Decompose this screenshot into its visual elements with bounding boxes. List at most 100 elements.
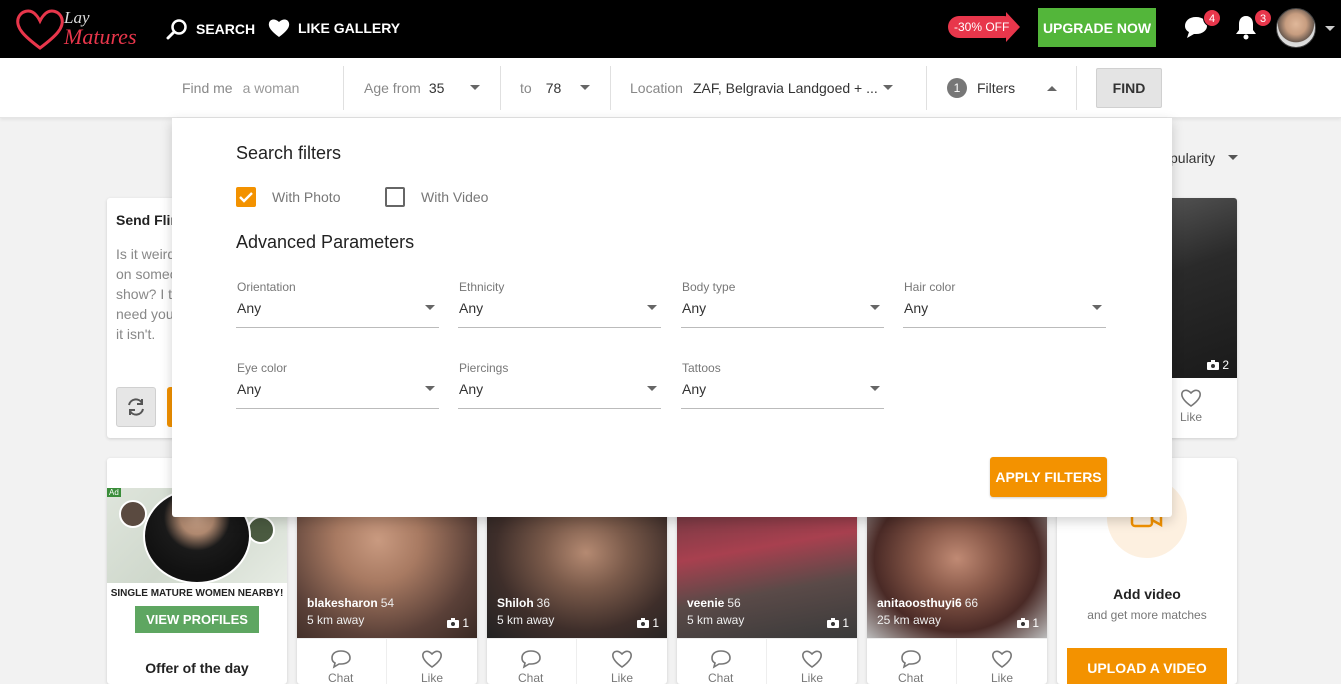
- profile-name: Shiloh 36: [497, 596, 550, 610]
- select-label: Eye color: [237, 361, 288, 375]
- select-label: Orientation: [237, 280, 296, 294]
- profile-actions: Chat Like: [297, 638, 477, 684]
- divider: [610, 66, 611, 110]
- checkbox[interactable]: [385, 187, 405, 207]
- sort-select-label[interactable]: pularity: [1170, 150, 1215, 166]
- chevron-down-icon: [870, 386, 880, 391]
- chevron-down-icon: [870, 305, 880, 310]
- checkbox[interactable]: [236, 187, 256, 207]
- piercings-select[interactable]: Piercings Any: [458, 361, 661, 411]
- site-logo[interactable]: Lay Matures: [14, 6, 144, 52]
- select-value: Any: [682, 381, 707, 397]
- orientation-select[interactable]: Orientation Any: [236, 280, 439, 330]
- divider: [926, 66, 927, 110]
- filters-toggle[interactable]: 1 Filters: [947, 58, 1057, 118]
- age-to-label: to: [520, 80, 532, 96]
- checkmark-icon: [239, 192, 253, 203]
- photo-count: 1: [637, 616, 659, 630]
- notifications-count-badge: 3: [1254, 9, 1272, 27]
- with-video-checkbox[interactable]: With Video: [385, 187, 488, 207]
- view-profiles-button[interactable]: VIEW PROFILES: [135, 606, 259, 633]
- search-bar: Find me a woman Age from 35 to 78 Locati…: [0, 58, 1341, 118]
- chat-label: Chat: [328, 671, 354, 684]
- ethnicity-select[interactable]: Ethnicity Any: [458, 280, 661, 330]
- like-button[interactable]: Like: [991, 649, 1013, 684]
- nav-like-gallery[interactable]: LIKE GALLERY: [268, 18, 400, 38]
- send-flirt-title: Send Flir: [116, 212, 176, 228]
- like-button[interactable]: Like: [421, 649, 443, 684]
- location-label: Location: [630, 80, 683, 96]
- chat-label: Chat: [898, 671, 924, 684]
- chevron-down-icon: [647, 386, 657, 391]
- select-value: Any: [459, 300, 484, 316]
- with-video-label: With Video: [421, 189, 489, 205]
- chevron-down-icon[interactable]: [883, 85, 893, 90]
- find-me-value: a woman: [242, 80, 300, 96]
- chevron-down-icon[interactable]: [1325, 26, 1335, 31]
- photo-count: 1: [447, 616, 469, 630]
- camera-icon: [1207, 360, 1220, 370]
- apply-filters-button[interactable]: APPLY FILTERS: [990, 457, 1107, 497]
- heart-icon: [268, 19, 290, 37]
- heart-outline-icon: [992, 650, 1012, 668]
- select-value: Any: [459, 381, 484, 397]
- like-label: Like: [421, 671, 444, 684]
- age-from-select[interactable]: Age from 35: [364, 58, 484, 118]
- tattoos-select[interactable]: Tattoos Any: [681, 361, 884, 411]
- chat-button[interactable]: Chat: [328, 649, 353, 684]
- profile-name: anitaoosthuyi6 66: [877, 596, 978, 610]
- photo-count-value: 1: [842, 616, 849, 630]
- select-label: Hair color: [904, 280, 956, 294]
- age-from-value: 35: [428, 80, 445, 96]
- top-nav: Lay Matures SEARCH LIKE GALLERY -30% OFF…: [0, 0, 1341, 58]
- heart-outline-icon: [802, 650, 822, 668]
- like-button[interactable]: Like: [611, 649, 633, 684]
- like-button[interactable]: Like: [801, 649, 823, 684]
- upgrade-now-button[interactable]: UPGRADE NOW: [1038, 8, 1156, 47]
- chat-outline-icon: [900, 650, 921, 669]
- hair-color-select[interactable]: Hair color Any: [903, 280, 1106, 330]
- find-me-field[interactable]: Find me a woman: [182, 58, 332, 118]
- like-label: Like: [1180, 410, 1203, 424]
- refresh-icon: [128, 398, 144, 416]
- chat-button[interactable]: Chat: [708, 649, 733, 684]
- with-photo-checkbox[interactable]: With Photo: [236, 187, 340, 207]
- photo-count: 1: [827, 616, 849, 630]
- chat-outline-icon: [710, 650, 731, 669]
- chevron-down-icon: [425, 305, 435, 310]
- refresh-flirt-button[interactable]: [116, 387, 156, 427]
- profile-distance: 5 km away: [687, 613, 745, 627]
- like-button[interactable]: Like: [1180, 388, 1202, 424]
- advanced-parameters-title: Advanced Parameters: [236, 232, 415, 252]
- chat-button[interactable]: Chat: [518, 649, 543, 684]
- chat-button[interactable]: Chat: [898, 649, 923, 684]
- select-value: Any: [682, 300, 707, 316]
- chevron-up-icon[interactable]: [1047, 86, 1057, 91]
- profile-name: veenie 56: [687, 596, 741, 610]
- profile-age: 36: [536, 596, 551, 610]
- logo-text-main: Matures: [64, 24, 137, 49]
- ad-headline: SINGLE MATURE WOMEN NEARBY!: [110, 588, 284, 599]
- user-avatar[interactable]: [1276, 8, 1316, 48]
- divider: [576, 639, 577, 684]
- chevron-down-icon[interactable]: [470, 85, 480, 90]
- chat-label: Chat: [518, 671, 544, 684]
- chevron-down-icon[interactable]: [1228, 155, 1238, 160]
- nav-search[interactable]: SEARCH: [166, 18, 255, 40]
- profile-distance: 25 km away: [877, 613, 942, 627]
- camera-icon: [447, 618, 460, 628]
- offer-of-the-day: Offer of the day: [145, 660, 249, 676]
- nav-search-label: SEARCH: [196, 21, 256, 37]
- divider: [500, 66, 501, 110]
- messages-button[interactable]: 4: [1183, 9, 1221, 42]
- profile-username: veenie: [687, 596, 725, 610]
- eye-color-select[interactable]: Eye color Any: [236, 361, 439, 411]
- body-type-select[interactable]: Body type Any: [681, 280, 884, 330]
- find-button[interactable]: FIND: [1096, 68, 1162, 108]
- notifications-button[interactable]: 3: [1234, 9, 1272, 42]
- chevron-down-icon[interactable]: [580, 85, 590, 90]
- filters-label: Filters: [977, 80, 1016, 96]
- location-select[interactable]: Location ZAF, Belgravia Landgoed + ...: [630, 58, 880, 118]
- upload-video-button[interactable]: UPLOAD A VIDEO: [1067, 648, 1227, 684]
- heart-outline-icon: [612, 650, 632, 668]
